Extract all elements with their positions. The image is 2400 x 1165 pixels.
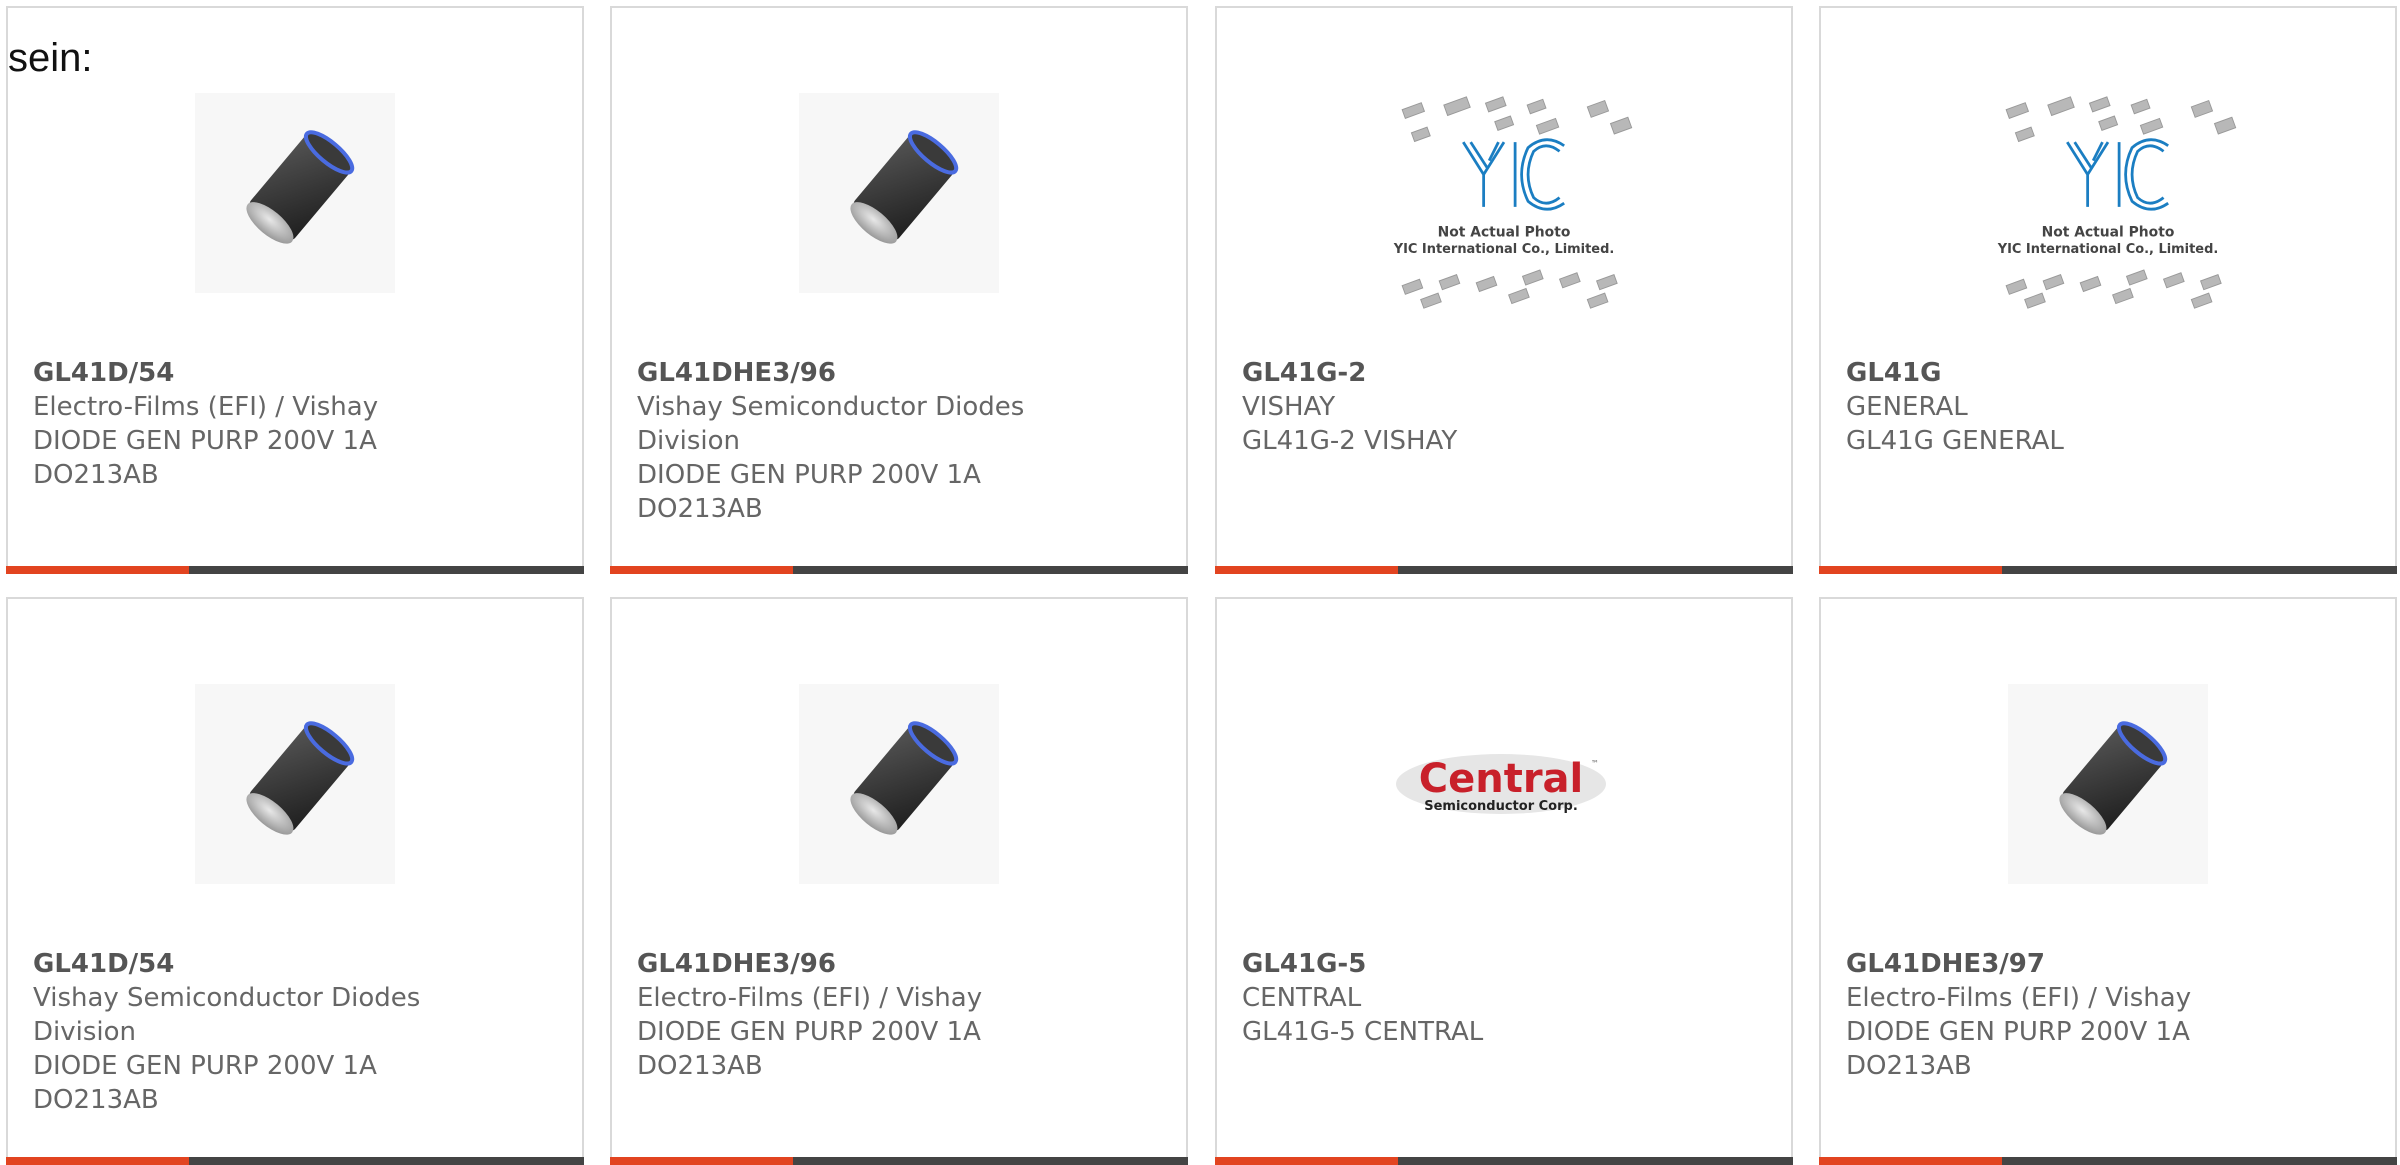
product-detail-line: GL41G-5 CENTRAL bbox=[1242, 1017, 1484, 1047]
product-info: GL41G GENERAL GL41G GENERAL bbox=[1846, 356, 2370, 458]
product-info: GL41G-5 CENTRAL GL41G-5 CENTRAL bbox=[1242, 947, 1766, 1049]
diode-icon bbox=[246, 130, 355, 244]
product-detail-line: DO213AB bbox=[33, 1085, 159, 1115]
product-detail-line: Division bbox=[33, 1017, 137, 1047]
product-info: GL41G-2 VISHAY GL41G-2 VISHAY bbox=[1242, 356, 1766, 458]
product-thumbnail[interactable] bbox=[1968, 674, 2248, 894]
product-detail-line: Electro-Films (EFI) / Vishay bbox=[33, 392, 379, 422]
part-number[interactable]: GL41DHE3/96 bbox=[637, 947, 1161, 981]
image-caption-2: YIC International Co., Limited. bbox=[1393, 242, 1615, 257]
product-info: GL41DHE3/96 Electro-Films (EFI) / Vishay… bbox=[637, 947, 1161, 1083]
product-info: GL41D/54 Vishay Semiconductor Diodes Divi… bbox=[33, 947, 557, 1117]
card-bar-accent bbox=[6, 566, 189, 574]
card-bar-accent bbox=[6, 1157, 189, 1165]
yic-placeholder-image: Not Actual Photo YIC International Co., … bbox=[1997, 96, 2237, 309]
central-logo-word: Central bbox=[1419, 756, 1584, 802]
product-thumbnail[interactable]: Not Actual Photo YIC International Co., … bbox=[1364, 83, 1644, 309]
part-number[interactable]: GL41G-2 bbox=[1242, 356, 1766, 390]
product-detail-line: DIODE GEN PURP 200V 1A bbox=[637, 1017, 981, 1047]
product-card[interactable]: GL41DHE3/97 Electro-Films (EFI) / Vishay… bbox=[1819, 597, 2397, 1165]
product-image bbox=[799, 93, 999, 293]
part-number[interactable]: GL41DHE3/96 bbox=[637, 356, 1161, 390]
product-detail-line: DO213AB bbox=[1846, 1051, 1972, 1081]
product-detail-line: DIODE GEN PURP 200V 1A bbox=[33, 1051, 377, 1081]
product-detail-line: Vishay Semiconductor Diodes bbox=[33, 983, 421, 1013]
card-bottom-bar bbox=[1819, 1157, 2397, 1165]
card-bottom-bar bbox=[1215, 566, 1793, 574]
product-detail-line: DO213AB bbox=[637, 494, 763, 524]
part-number[interactable]: GL41D/54 bbox=[33, 356, 557, 390]
card-bar-accent bbox=[1215, 1157, 1398, 1165]
product-thumbnail[interactable] bbox=[155, 674, 435, 894]
part-number[interactable]: GL41G-5 bbox=[1242, 947, 1766, 981]
product-image bbox=[195, 93, 395, 293]
part-number[interactable]: GL41DHE3/97 bbox=[1846, 947, 2370, 981]
card-bottom-bar bbox=[610, 566, 1188, 574]
product-detail-line: Division bbox=[637, 426, 741, 456]
card-bottom-bar bbox=[1819, 566, 2397, 574]
card-bottom-bar bbox=[1215, 1157, 1793, 1165]
diode-icon bbox=[246, 721, 355, 835]
card-bar-accent bbox=[610, 1157, 793, 1165]
card-bottom-bar bbox=[6, 566, 584, 574]
card-bar-accent bbox=[610, 566, 793, 574]
product-thumbnail[interactable]: Central ™ Semiconductor Corp. bbox=[1364, 674, 1644, 894]
product-detail-line: VISHAY bbox=[1242, 392, 1336, 422]
product-detail-line: Electro-Films (EFI) / Vishay bbox=[1846, 983, 2192, 1013]
product-detail-line: Vishay Semiconductor Diodes bbox=[637, 392, 1025, 422]
product-thumbnail[interactable] bbox=[155, 83, 435, 303]
card-bottom-bar bbox=[610, 1157, 1188, 1165]
product-detail-line: CENTRAL bbox=[1242, 983, 1362, 1013]
product-card[interactable]: GL41D/54 Vishay Semiconductor Diodes Divi… bbox=[6, 597, 584, 1165]
product-detail-line: DIODE GEN PURP 200V 1A bbox=[1846, 1017, 2190, 1047]
product-card[interactable]: GL41DHE3/96 Vishay Semiconductor Diodes D… bbox=[610, 6, 1188, 574]
product-card[interactable]: GL41D/54 Electro-Films (EFI) / Vishay DIO… bbox=[6, 6, 584, 574]
part-number[interactable]: GL41D/54 bbox=[33, 947, 557, 981]
product-detail-line: Electro-Films (EFI) / Vishay bbox=[637, 983, 983, 1013]
card-bar-accent bbox=[1215, 566, 1398, 574]
image-caption-1: Not Actual Photo bbox=[2042, 225, 2175, 241]
product-thumbnail[interactable]: Not Actual Photo YIC International Co., … bbox=[1968, 83, 2248, 309]
product-detail-line: GL41G GENERAL bbox=[1846, 426, 2064, 456]
product-detail-line: DIODE GEN PURP 200V 1A bbox=[33, 426, 377, 456]
part-number[interactable]: GL41G bbox=[1846, 356, 2370, 390]
svg-text:™: ™ bbox=[1591, 759, 1599, 768]
product-image bbox=[2008, 684, 2208, 884]
product-image bbox=[799, 684, 999, 884]
card-bar-accent bbox=[1819, 566, 2002, 574]
product-info: GL41DHE3/96 Vishay Semiconductor Diodes D… bbox=[637, 356, 1161, 526]
product-card[interactable]: Not Actual Photo YIC International Co., … bbox=[1819, 6, 2397, 574]
product-thumbnail[interactable] bbox=[759, 674, 1039, 894]
product-card[interactable]: Central ™ Semiconductor Corp. GL41G-5 CE… bbox=[1215, 597, 1793, 1165]
yic-placeholder-image: Not Actual Photo YIC International Co., … bbox=[1393, 96, 1633, 309]
product-detail-line: DO213AB bbox=[637, 1051, 763, 1081]
central-logo-sub: Semiconductor Corp. bbox=[1424, 799, 1578, 814]
product-detail-line: GENERAL bbox=[1846, 392, 1968, 422]
product-detail-line: GL41G-2 VISHAY bbox=[1242, 426, 1458, 456]
image-caption-2: YIC International Co., Limited. bbox=[1997, 242, 2219, 257]
product-detail-line: DO213AB bbox=[33, 460, 159, 490]
image-caption-1: Not Actual Photo bbox=[1438, 225, 1571, 241]
product-detail-line: DIODE GEN PURP 200V 1A bbox=[637, 460, 981, 490]
product-thumbnail[interactable] bbox=[759, 83, 1039, 303]
product-image bbox=[195, 684, 395, 884]
diode-icon bbox=[850, 721, 959, 835]
product-info: GL41DHE3/97 Electro-Films (EFI) / Vishay… bbox=[1846, 947, 2370, 1083]
card-bottom-bar bbox=[6, 1157, 584, 1165]
central-logo-image: Central ™ Semiconductor Corp. bbox=[1396, 754, 1606, 814]
card-bar-accent bbox=[1819, 1157, 2002, 1165]
product-card[interactable]: GL41DHE3/96 Electro-Films (EFI) / Vishay… bbox=[610, 597, 1188, 1165]
product-card[interactable]: Not Actual Photo YIC International Co., … bbox=[1215, 6, 1793, 574]
diode-icon bbox=[850, 130, 959, 244]
diode-icon bbox=[2059, 721, 2168, 835]
product-info: GL41D/54 Electro-Films (EFI) / Vishay DIO… bbox=[33, 356, 557, 492]
intro-text: sein: bbox=[8, 36, 93, 80]
